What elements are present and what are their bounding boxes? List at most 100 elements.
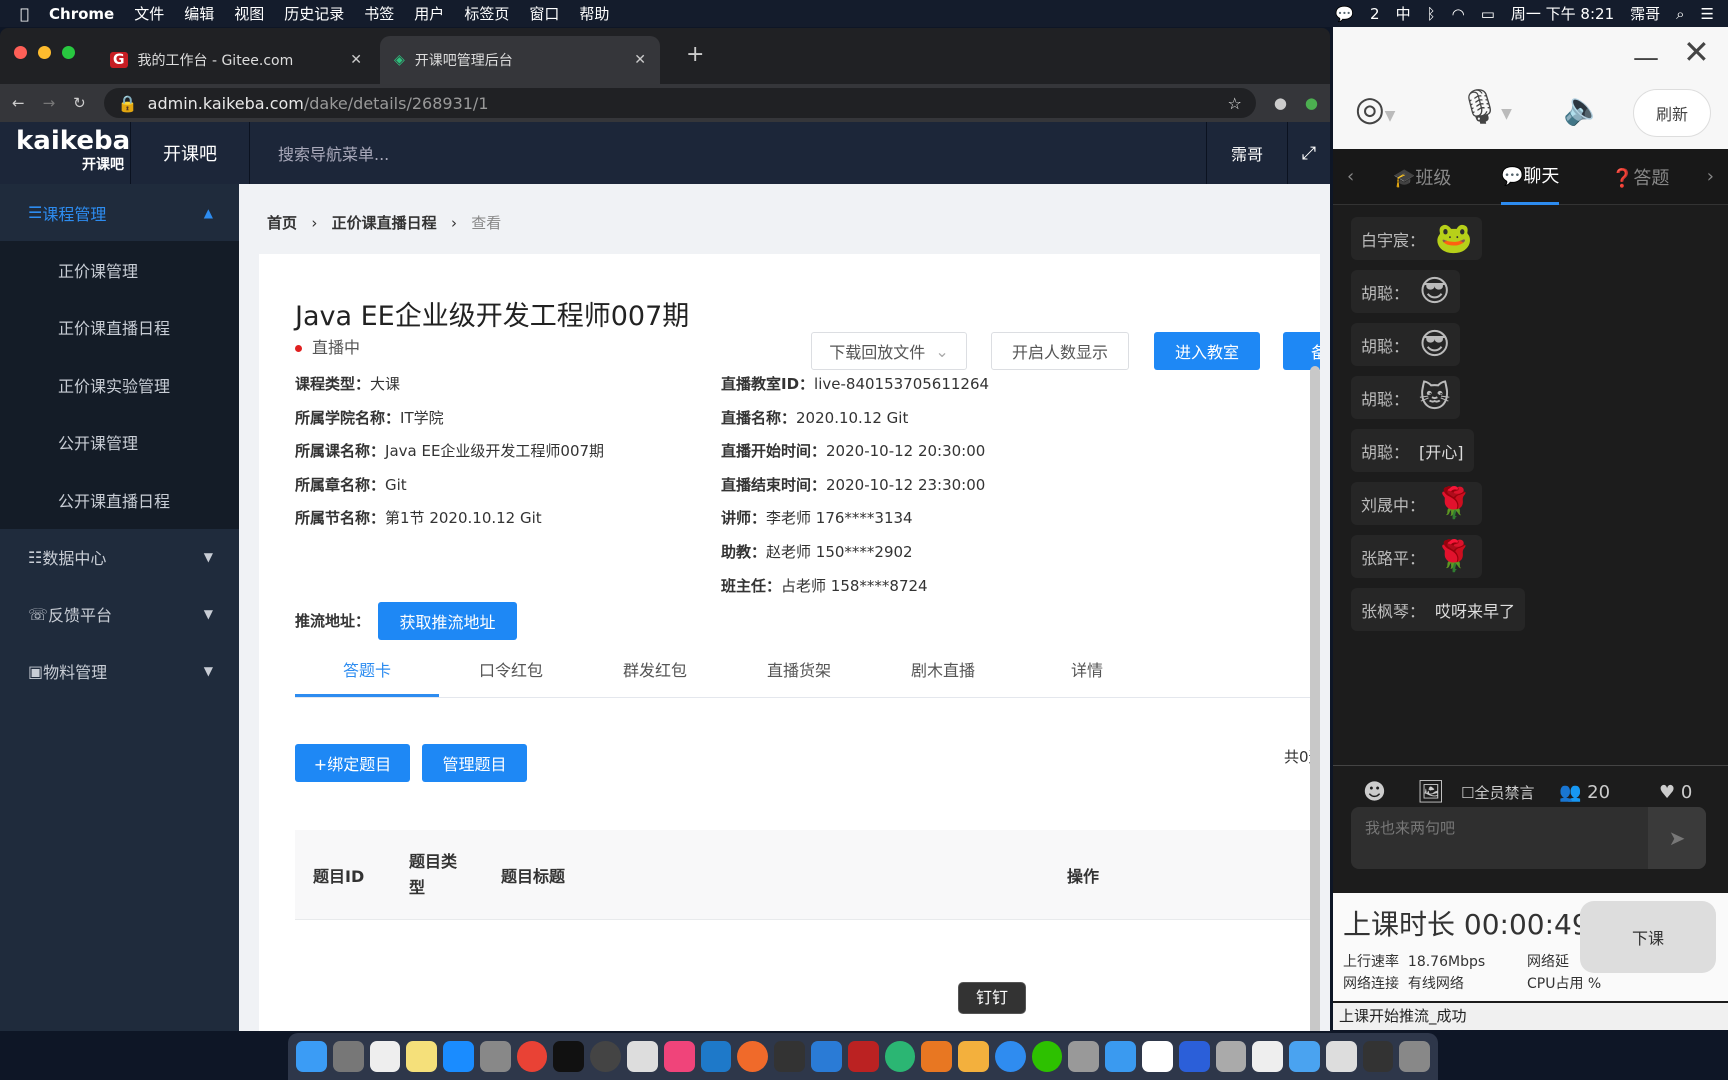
- emoji-icon[interactable]: ☻: [1363, 780, 1386, 805]
- wechat-dock-icon[interactable]: [1031, 1041, 1063, 1072]
- archive-icon[interactable]: [1068, 1041, 1100, 1072]
- atom-icon[interactable]: [884, 1041, 916, 1072]
- profile-icon[interactable]: ●: [1274, 94, 1287, 112]
- microphone-icon[interactable]: 🎙▼: [1458, 87, 1512, 127]
- zoom-window-button[interactable]: [62, 46, 75, 59]
- spotlight-icon[interactable]: ⌕: [1676, 5, 1684, 23]
- speaker-icon[interactable]: 🔈: [1563, 89, 1603, 127]
- feishu-icon[interactable]: [1105, 1041, 1136, 1072]
- tab-password-redpacket[interactable]: 口令红包: [439, 654, 583, 697]
- bookmark-star-icon[interactable]: ☆: [1227, 94, 1241, 113]
- tab-chat[interactable]: 💬聊天: [1501, 149, 1560, 205]
- screen-icon[interactable]: [1215, 1041, 1247, 1072]
- menu-window[interactable]: 窗口: [529, 3, 559, 24]
- apple-icon[interactable]: : [20, 5, 29, 23]
- menu-app[interactable]: Chrome: [49, 5, 114, 23]
- breadcrumb-home[interactable]: 首页: [267, 214, 297, 232]
- dingtalk-icon[interactable]: [994, 1041, 1026, 1072]
- datagrip-icon[interactable]: [774, 1041, 805, 1072]
- sidebar-group-material[interactable]: ▣ 物料管理 ▼: [0, 643, 239, 700]
- sidebar-group-course[interactable]: ☰ 课程管理 ▲: [0, 184, 239, 241]
- get-push-url-button[interactable]: 获取推流地址: [378, 602, 517, 640]
- menu-history[interactable]: 历史记录: [284, 3, 344, 24]
- sourcetree-icon[interactable]: [921, 1041, 953, 1072]
- minimize-window-button[interactable]: [38, 46, 51, 59]
- typora-icon[interactable]: [1141, 1041, 1173, 1072]
- ime-indicator[interactable]: 中: [1396, 3, 1411, 24]
- obs-icon[interactable]: [590, 1041, 622, 1072]
- brand-label[interactable]: 开课吧: [130, 122, 250, 184]
- tabs-prev-icon[interactable]: ‹: [1347, 166, 1354, 187]
- tab-kaikeba[interactable]: ◈ 开课吧管理后台 ✕: [380, 36, 660, 84]
- launchpad-icon[interactable]: [332, 1041, 364, 1072]
- menu-view[interactable]: 视图: [234, 3, 264, 24]
- bind-question-button[interactable]: +绑定题目: [295, 744, 410, 782]
- wifi-icon[interactable]: ◠: [1452, 5, 1465, 23]
- camera-icon[interactable]: ◎▼: [1355, 89, 1395, 129]
- calendar-icon[interactable]: [369, 1041, 401, 1072]
- sidebar-group-data[interactable]: ☷ 数据中心 ▼: [0, 529, 239, 586]
- sidebar-item-public-live[interactable]: 公开课直播日程: [0, 471, 239, 529]
- extension-icon[interactable]: ●: [1305, 94, 1318, 112]
- document-icon[interactable]: [1252, 1041, 1284, 1072]
- window-thumbnail-icon[interactable]: [1362, 1041, 1394, 1072]
- end-class-button[interactable]: 下课: [1580, 901, 1716, 973]
- tab-script-live[interactable]: 剧木直播: [871, 654, 1015, 697]
- image-icon[interactable]: 🖼: [1417, 780, 1445, 805]
- back-icon[interactable]: ←: [12, 94, 25, 112]
- finder-icon[interactable]: [296, 1041, 327, 1072]
- sidebar-group-feedback[interactable]: ☏ 反馈平台 ▼: [0, 586, 239, 643]
- enter-classroom-button[interactable]: 进入教室: [1154, 332, 1260, 370]
- chat-input[interactable]: 我也来两句吧 ➤: [1351, 807, 1706, 869]
- system-preferences-icon[interactable]: [479, 1041, 511, 1072]
- postman-icon[interactable]: [737, 1041, 769, 1072]
- redis-icon[interactable]: [847, 1041, 879, 1072]
- app-icon[interactable]: [810, 1041, 842, 1072]
- tab-answer-card[interactable]: 答题卡: [295, 654, 439, 697]
- sidebar-item-regular-live[interactable]: 正价课直播日程: [0, 299, 239, 357]
- tab-group-redpacket[interactable]: 群发红包: [583, 654, 727, 697]
- close-tab-icon[interactable]: ✕: [634, 52, 646, 68]
- close-tab-icon[interactable]: ✕: [350, 52, 362, 68]
- new-tab-button[interactable]: +: [686, 42, 704, 67]
- menu-help[interactable]: 帮助: [579, 3, 609, 24]
- menu-file[interactable]: 文件: [134, 3, 164, 24]
- trash-icon[interactable]: [1399, 1041, 1431, 1072]
- control-center-icon[interactable]: ☰: [1701, 5, 1714, 23]
- intellij-icon[interactable]: [663, 1041, 695, 1072]
- tab-live-shelf[interactable]: 直播货架: [727, 654, 871, 697]
- forward-icon[interactable]: →: [43, 94, 56, 112]
- tab-gitee[interactable]: G 我的工作台 - Gitee.com ✕: [96, 36, 376, 84]
- bluetooth-icon[interactable]: ᛒ: [1427, 5, 1436, 23]
- breadcrumb-live-schedule[interactable]: 正价课直播日程: [332, 214, 437, 232]
- nav-search-input[interactable]: 搜索导航菜单...: [250, 141, 1206, 165]
- terminal-icon[interactable]: [553, 1041, 585, 1072]
- menu-bookmarks[interactable]: 书签: [364, 3, 394, 24]
- more-button[interactable]: 备: [1283, 332, 1320, 370]
- menu-user[interactable]: 用户: [414, 3, 444, 24]
- menu-username[interactable]: 霈哥: [1630, 3, 1660, 24]
- clock[interactable]: 周一 下午 8:21: [1511, 3, 1614, 24]
- sidebar-item-regular-course[interactable]: 正价课管理: [0, 241, 239, 299]
- fullscreen-icon[interactable]: ⤢: [1288, 143, 1330, 164]
- menu-tabs[interactable]: 标签页: [464, 3, 509, 24]
- sidebar-item-regular-lab[interactable]: 正价课实验管理: [0, 356, 239, 414]
- menu-edit[interactable]: 编辑: [184, 3, 214, 24]
- battery-icon[interactable]: ▭: [1481, 5, 1495, 23]
- tab-class[interactable]: 🎓班级: [1393, 164, 1451, 190]
- tabs-next-icon[interactable]: ›: [1707, 166, 1714, 187]
- vscode-icon[interactable]: [700, 1041, 732, 1072]
- show-count-button[interactable]: 开启人数显示: [991, 332, 1129, 370]
- user-menu[interactable]: 霈哥: [1206, 122, 1288, 184]
- notes-icon[interactable]: [406, 1041, 438, 1072]
- sidebar-item-public-course[interactable]: 公开课管理: [0, 414, 239, 472]
- app-store-icon[interactable]: [443, 1041, 474, 1072]
- preview-icon[interactable]: [1325, 1041, 1357, 1072]
- refresh-button[interactable]: 刷新: [1633, 89, 1711, 137]
- folder-icon[interactable]: [1289, 1041, 1320, 1072]
- tab-quiz[interactable]: ❓答题: [1611, 164, 1669, 190]
- mute-all-checkbox[interactable]: ☐全员禁言: [1461, 782, 1534, 803]
- minimize-icon[interactable]: —: [1633, 43, 1659, 73]
- download-replay-dropdown[interactable]: 下载回放文件 ⌄: [811, 332, 967, 370]
- close-icon[interactable]: ✕: [1683, 33, 1710, 71]
